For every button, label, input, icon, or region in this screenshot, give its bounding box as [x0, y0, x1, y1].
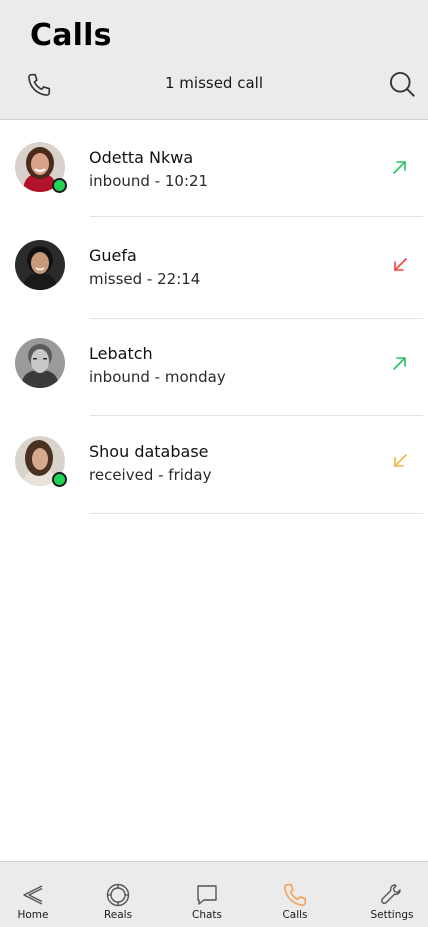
nav-label: Settings	[370, 909, 414, 921]
nav-label: Reals	[103, 909, 133, 921]
nav-item-home[interactable]: Home	[0, 862, 73, 927]
nav-item-settings[interactable]: Settings	[352, 862, 428, 927]
outgoing-arrow-icon	[393, 161, 406, 174]
divider	[90, 216, 423, 217]
call-row[interactable]: Odetta Nkwa inbound - 10:21	[0, 120, 428, 217]
call-detail: received - friday	[89, 466, 212, 484]
nav-item-chats[interactable]: Chats	[167, 862, 247, 927]
received-arrow-icon	[394, 454, 407, 467]
wrench-icon	[381, 884, 401, 904]
missed-call-summary: 1 missed call	[164, 74, 263, 92]
phone-icon	[284, 883, 307, 906]
caller-name: Lebatch	[89, 344, 153, 363]
avatar	[15, 240, 65, 290]
call-detail: inbound - 10:21	[89, 172, 209, 190]
nav-label: Chats	[191, 909, 222, 921]
call-detail: missed - 22:14	[89, 270, 201, 288]
outgoing-arrow-icon	[393, 357, 406, 370]
search-icon[interactable]	[388, 70, 416, 98]
caller-name: Shou database	[89, 442, 209, 461]
online-status-indicator	[52, 178, 67, 193]
avatar	[15, 338, 65, 388]
call-row[interactable]: Shou database received - friday	[0, 414, 428, 511]
nav-label: Home	[17, 909, 49, 921]
reels-icon	[106, 883, 130, 907]
call-row[interactable]: Lebatch inbound - monday	[0, 316, 428, 413]
header: Calls 1 missed call	[0, 0, 428, 120]
nav-label: Calls	[282, 909, 308, 921]
online-status-indicator	[52, 472, 67, 487]
chat-bubble-icon	[197, 885, 217, 905]
caller-name: Odetta Nkwa	[89, 148, 194, 167]
back-arrow-icon	[23, 885, 43, 905]
missed-arrow-icon	[394, 258, 407, 271]
call-row[interactable]: Guefa missed - 22:14	[0, 218, 428, 315]
divider	[90, 513, 423, 514]
caller-name: Guefa	[89, 246, 137, 265]
nav-item-reals[interactable]: Reals	[78, 862, 158, 927]
avatar	[15, 436, 67, 487]
page-title: Calls	[30, 18, 112, 53]
nav-item-calls[interactable]: Calls	[255, 862, 335, 927]
avatar	[15, 142, 67, 193]
call-detail: inbound - monday	[89, 368, 226, 386]
bottom-nav: Home Reals Chats Calls Settings	[0, 861, 428, 927]
